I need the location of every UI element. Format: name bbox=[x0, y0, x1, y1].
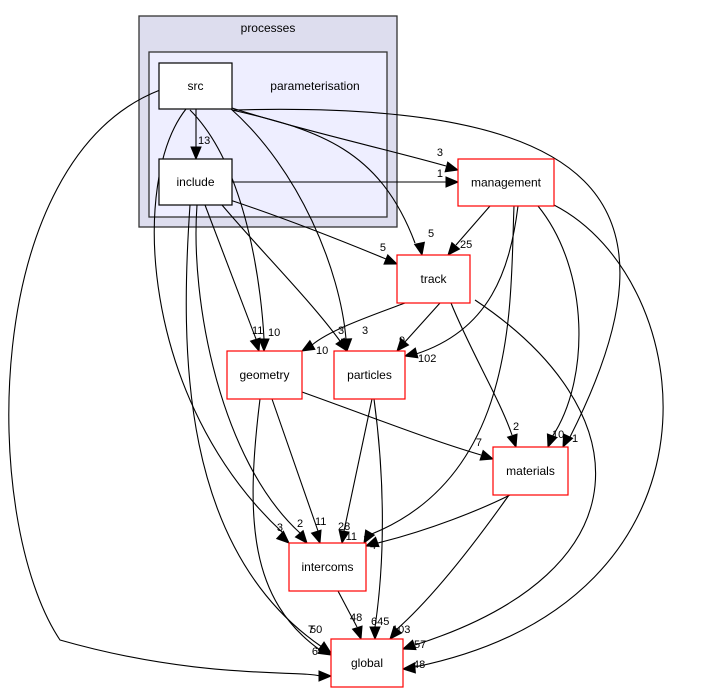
edge-label-include-to-geometry: 11 bbox=[252, 325, 263, 337]
edge-label-track-to-global: 57 bbox=[414, 639, 426, 651]
edge-label-geometry-to-intercoms: 11 bbox=[315, 516, 326, 528]
edge-label-materials-to-intercoms: 4 bbox=[370, 540, 376, 552]
node-label: materials bbox=[506, 464, 555, 478]
edge-line bbox=[373, 398, 383, 628]
node-intercoms[interactable]: intercoms bbox=[288, 542, 367, 592]
edge-label-management-to-particles: 102 bbox=[418, 353, 436, 365]
node-include[interactable]: include bbox=[158, 158, 233, 206]
edge-label-src-to-particles: 3 bbox=[362, 325, 368, 337]
edge-label-track-to-particles: 9 bbox=[399, 335, 405, 347]
edge-label-geometry-to-materials: 7 bbox=[476, 437, 482, 449]
edge-line bbox=[395, 494, 510, 631]
edge-label-management-to-global: 48 bbox=[413, 659, 425, 671]
node-label: management bbox=[471, 176, 542, 190]
edge-label-include-to-particles: 3 bbox=[338, 325, 344, 337]
arrow-head-icon bbox=[294, 529, 308, 544]
edge-line bbox=[343, 398, 373, 532]
edge-track-to-geometry[interactable] bbox=[300, 302, 406, 352]
edge-label-src-to-materials: 1 bbox=[572, 433, 578, 445]
edge-label-include-to-management: 1 bbox=[437, 168, 443, 180]
node-label: include bbox=[176, 175, 214, 189]
edge-label-include-to-intercoms: 2 bbox=[297, 518, 303, 530]
node-label: particles bbox=[347, 368, 392, 382]
edge-line bbox=[311, 302, 406, 346]
edge-label-src-to-management: 3 bbox=[437, 147, 443, 159]
node-label: global bbox=[351, 656, 383, 670]
node-particles[interactable]: particles bbox=[333, 350, 406, 400]
edge-label-src-to-geometry: 10 bbox=[268, 327, 280, 339]
node-geometry[interactable]: geometry bbox=[226, 350, 303, 400]
arrow-head-icon bbox=[351, 625, 363, 641]
arrow-head-icon bbox=[479, 449, 495, 461]
edge-line bbox=[403, 302, 441, 344]
arrow-head-icon bbox=[249, 337, 261, 353]
edge-label-particles-to-global: 645 bbox=[371, 616, 389, 628]
arrow-head-icon bbox=[413, 241, 426, 257]
node-global[interactable]: global bbox=[330, 638, 404, 688]
node-label: src bbox=[188, 79, 204, 93]
node-src[interactable]: src bbox=[158, 62, 233, 110]
edge-label-src-to-intercoms: 3 bbox=[277, 522, 283, 534]
node-label: intercoms bbox=[301, 560, 353, 574]
edge-label-track-to-materials: 2 bbox=[513, 421, 519, 433]
edge-label-management-to-materials: 10 bbox=[552, 429, 564, 441]
edge-materials-to-intercoms[interactable] bbox=[364, 494, 511, 548]
edge-label-src-to-include: 13 bbox=[198, 135, 210, 147]
arrow-head-icon bbox=[258, 338, 270, 353]
arrow-head-icon bbox=[506, 433, 518, 449]
edge-label-materials-to-global: 103 bbox=[392, 624, 410, 636]
arrow-head-icon bbox=[445, 176, 460, 188]
edge-label-src-to-global: 6 bbox=[312, 646, 318, 658]
arrow-head-icon bbox=[444, 161, 460, 173]
edge-label-include-to-track: 5 bbox=[380, 242, 386, 254]
arrow-head-icon bbox=[318, 670, 333, 682]
cluster-processes-label: processes bbox=[241, 21, 296, 35]
edge-label-management-to-track: 25 bbox=[460, 239, 472, 251]
edge-line bbox=[450, 302, 513, 436]
edge-management-to-materials[interactable] bbox=[537, 205, 580, 449]
edge-label-track-to-geometry: 10 bbox=[316, 345, 328, 357]
arrow-head-icon bbox=[310, 529, 322, 545]
cluster-parameterisation-label: parameterisation bbox=[270, 79, 359, 93]
dependency-graph: processes parameterisation src include man… bbox=[8, 15, 664, 688]
edge-label-management-to-intercoms: 11 bbox=[346, 531, 357, 543]
arrow-head-icon bbox=[383, 253, 399, 265]
edge-materials-to-global[interactable] bbox=[389, 494, 510, 640]
arrow-head-icon bbox=[403, 347, 419, 359]
edge-label-geometry-to-global: 7 bbox=[308, 624, 314, 636]
edge-line bbox=[252, 398, 321, 651]
edge-line bbox=[537, 205, 580, 438]
node-label: geometry bbox=[239, 368, 289, 382]
edge-particles-to-global[interactable] bbox=[369, 398, 383, 641]
arrow-head-icon bbox=[300, 339, 316, 352]
arrow-head-icon bbox=[447, 241, 461, 256]
node-track[interactable]: track bbox=[396, 254, 471, 304]
edge-line bbox=[301, 391, 482, 456]
edge-label-src-to-track: 5 bbox=[428, 228, 434, 240]
edge-line bbox=[377, 494, 511, 544]
node-management[interactable]: management bbox=[457, 158, 555, 207]
edge-label-intercoms-to-global: 48 bbox=[350, 612, 362, 624]
node-label: track bbox=[420, 272, 447, 286]
edge-geometry-to-materials[interactable] bbox=[301, 391, 495, 461]
arrow-head-icon bbox=[369, 626, 381, 641]
node-materials[interactable]: materials bbox=[492, 446, 569, 496]
